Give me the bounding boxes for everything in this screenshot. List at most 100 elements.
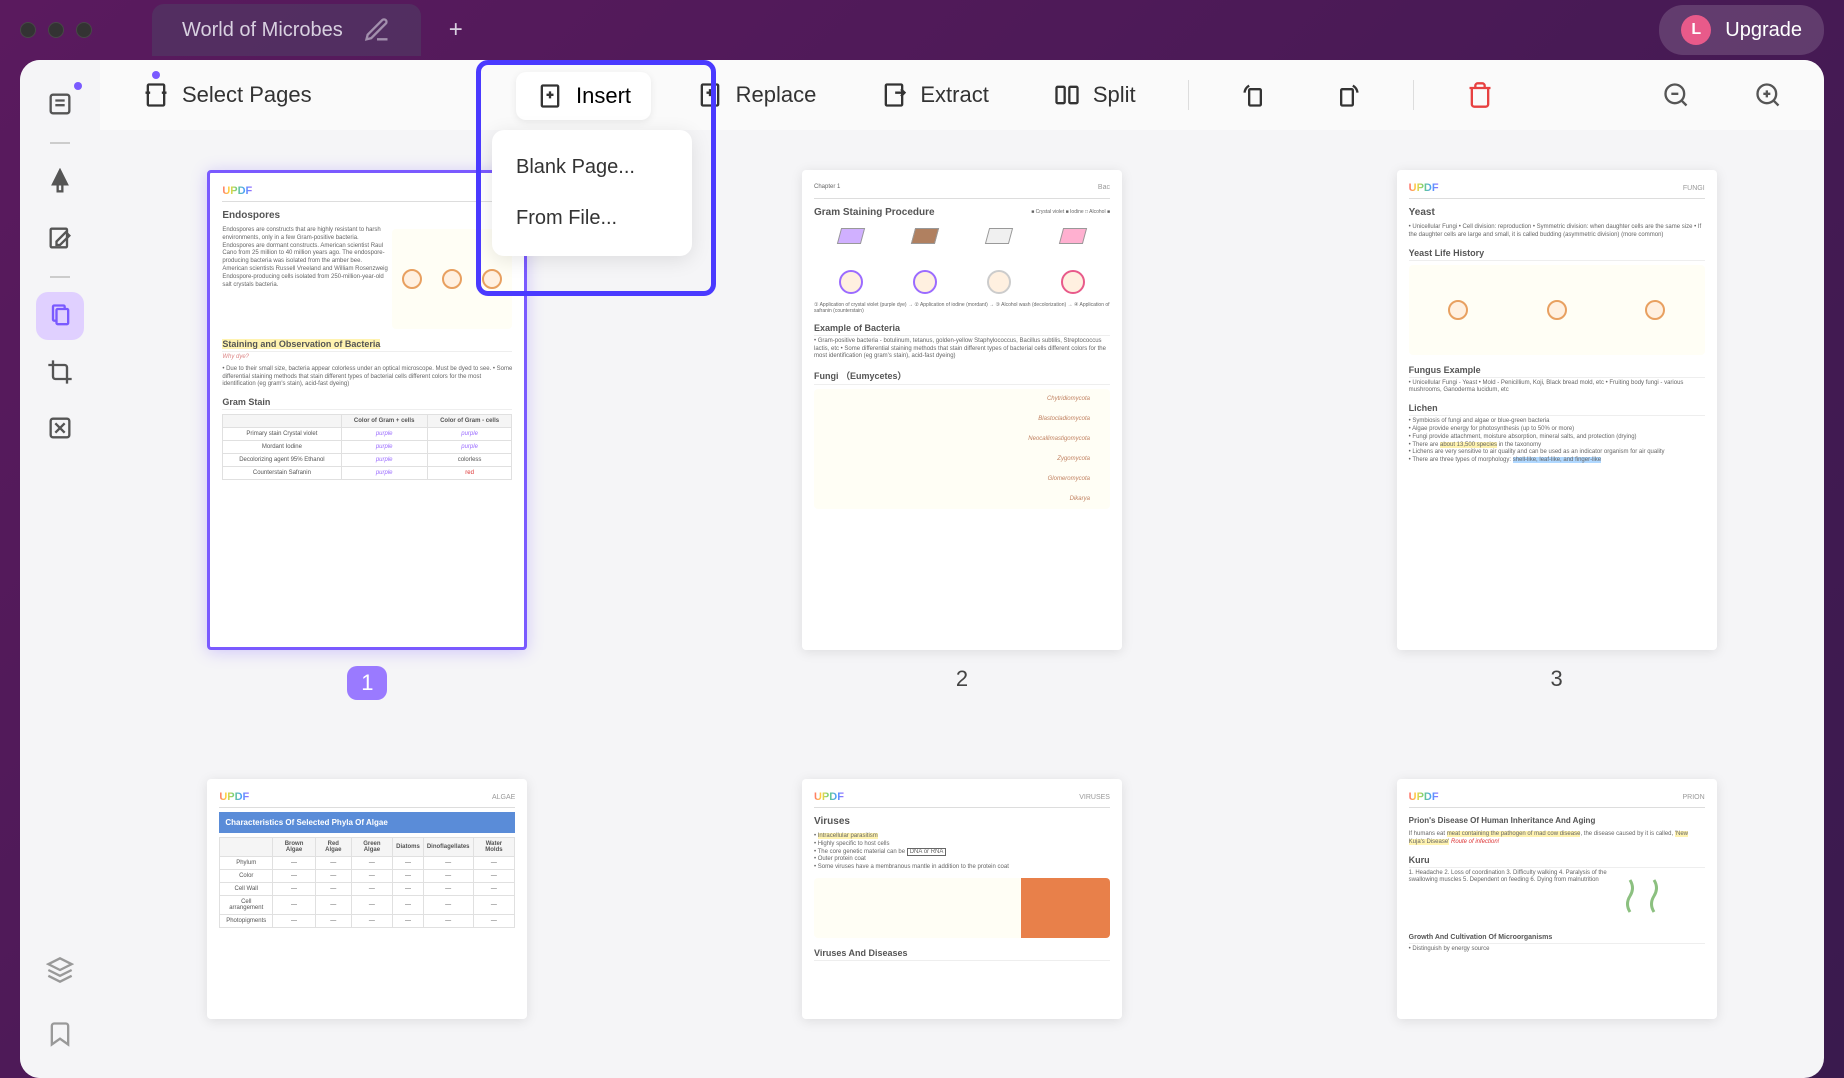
page-number: 2 <box>956 666 968 692</box>
edit-tab-icon[interactable] <box>363 16 391 44</box>
page-thumbnail: UPDF BACT Endospores Endospores are cons… <box>207 170 527 650</box>
split-button[interactable]: Split <box>1041 73 1148 117</box>
page-item-3[interactable]: UPDF FUNGI Yeast • Unicellular Fungi • C… <box>1349 170 1764 719</box>
thumb-section: Kuru <box>1409 855 1705 868</box>
thumb-body: Endospores are constructs that are highl… <box>222 227 388 331</box>
thumb-section: Example of Bacteria <box>814 323 1110 336</box>
thumb-chapter: Chapter 1 <box>814 184 840 192</box>
thumb-title: Endospores <box>222 210 512 221</box>
close-window-button[interactable] <box>20 22 36 38</box>
thumb-bullets3: • Symbiosis of fungi and algae or blue-g… <box>1409 418 1705 465</box>
reader-mode-icon[interactable] <box>36 80 84 128</box>
thumb-bullets: • Gram-positive bacteria - botulinum, te… <box>814 338 1110 361</box>
replace-button[interactable]: Replace <box>684 73 829 117</box>
thumb-logo: UPDF <box>219 791 249 803</box>
algae-table: Brown AlgaeRed AlgaeGreen AlgaeDiatomsDi… <box>219 837 515 928</box>
bookmark-icon[interactable] <box>36 1010 84 1058</box>
thumb-steps: ① Application of crystal violet (purple … <box>814 302 1110 315</box>
title-bar: World of Microbes + L Upgrade <box>0 0 1844 60</box>
thumb-category: Bac <box>1098 184 1110 191</box>
select-pages-label: Select Pages <box>182 82 312 108</box>
blank-page-item[interactable]: Blank Page... <box>504 142 680 193</box>
from-file-item[interactable]: From File... <box>504 193 680 244</box>
annotate-mode-icon[interactable] <box>36 158 84 206</box>
page-number: 3 <box>1551 666 1563 692</box>
thumb-bullets: 1. Headache 2. Loss of coordination 3. D… <box>1409 870 1619 926</box>
page-item-6[interactable]: UPDF PRION Prion's Disease Of Human Inhe… <box>1349 779 1764 1038</box>
replace-label: Replace <box>736 82 817 108</box>
thumb-title: Prion's Disease Of Human Inheritance And… <box>1409 816 1705 825</box>
toolbar: Select Pages Replace Extract Split <box>100 60 1824 130</box>
select-pages-button[interactable]: Select Pages <box>130 73 324 117</box>
thumb-bullets: • Intracellular parasitism• Highly speci… <box>814 833 1110 872</box>
page-item-2[interactable]: Chapter 1 Bac Gram Staining Procedure ■ … <box>755 170 1170 719</box>
thumb-logo: UPDF <box>1409 791 1439 803</box>
page-thumbnail: UPDF FUNGI Yeast • Unicellular Fungi • C… <box>1397 170 1717 650</box>
thumb-bullets2: • Unicellular Fungi - Yeast • Mold - Pen… <box>1409 380 1705 396</box>
zoom-in-button[interactable] <box>1742 73 1794 117</box>
main-window: Select Pages Replace Extract Split <box>20 60 1824 1078</box>
page-thumbnail: Chapter 1 Bac Gram Staining Procedure ■ … <box>802 170 1122 650</box>
page-thumbnail: UPDF PRION Prion's Disease Of Human Inhe… <box>1397 779 1717 1019</box>
insert-label: Insert <box>576 83 631 109</box>
user-avatar: L <box>1681 15 1711 45</box>
thumb-section: Viruses And Diseases <box>814 948 1110 961</box>
thumb-logo: UPDF <box>814 791 844 803</box>
thumb-section: Staining and Observation of Bacteria <box>222 339 380 349</box>
page-number: 1 <box>347 666 387 700</box>
thumb-title: Characteristics Of Selected Phyla Of Alg… <box>219 812 515 833</box>
extract-label: Extract <box>920 82 988 108</box>
maximize-window-button[interactable] <box>76 22 92 38</box>
upgrade-button[interactable]: L Upgrade <box>1659 5 1824 55</box>
thumb-title: Viruses <box>814 816 1110 827</box>
insert-icon <box>536 82 564 110</box>
zoom-out-button[interactable] <box>1650 73 1702 117</box>
rotate-right-button[interactable] <box>1321 73 1373 117</box>
new-tab-button[interactable]: + <box>441 8 471 52</box>
insert-dropdown-menu: Blank Page... From File... <box>492 130 692 256</box>
thumb-section2: Fungus Example <box>1409 365 1705 378</box>
sidebar <box>20 60 100 1078</box>
document-tab[interactable]: World of Microbes <box>152 4 421 56</box>
thumb-bullet-last: • Distinguish by energy source <box>1409 946 1705 954</box>
split-label: Split <box>1093 82 1136 108</box>
page-thumbnail-grid: UPDF BACT Endospores Endospores are cons… <box>100 130 1824 1078</box>
page-item-4[interactable]: UPDF ALGAE Characteristics Of Selected P… <box>160 779 575 1038</box>
extract-button[interactable]: Extract <box>868 73 1000 117</box>
page-item-5[interactable]: UPDF VIRUSES Viruses • Intracellular par… <box>755 779 1170 1038</box>
organize-pages-icon[interactable] <box>36 292 84 340</box>
thumb-bullets: • Unicellular Fungi • Cell division: rep… <box>1409 224 1705 240</box>
thumb-category: ALGAE <box>492 794 515 801</box>
layers-icon[interactable] <box>36 946 84 994</box>
thumb-logo: UPDF <box>1409 182 1439 194</box>
thumb-section: Yeast Life History <box>1409 248 1705 261</box>
minimize-window-button[interactable] <box>48 22 64 38</box>
gram-stain-table: Color of Gram + cellsColor of Gram - cel… <box>222 414 512 480</box>
insert-button[interactable]: Insert <box>516 72 651 120</box>
thumb-category: FUNGI <box>1683 185 1705 192</box>
crop-mode-icon[interactable] <box>36 348 84 396</box>
thumb-body: If humans eat meat containing the pathog… <box>1409 831 1705 847</box>
traffic-lights <box>20 22 92 38</box>
thumb-category: PRION <box>1682 794 1704 801</box>
thumb-section3: Lichen <box>1409 403 1705 416</box>
thumb-bullets: • Due to their small size, bacteria appe… <box>222 366 512 389</box>
page-thumbnail: UPDF VIRUSES Viruses • Intracellular par… <box>802 779 1122 1019</box>
thumb-category: VIRUSES <box>1079 794 1110 801</box>
thumb-legend: ■ Crystal violet ■ Iodine □ Alcohol ■ <box>1031 209 1110 216</box>
page-thumbnail: UPDF ALGAE Characteristics Of Selected P… <box>207 779 527 1019</box>
thumb-section2: Growth And Cultivation Of Microorganisms <box>1409 934 1705 944</box>
thumb-why: Why dye? <box>222 354 512 362</box>
thumb-section2: Gram Stain <box>222 397 512 410</box>
delete-button[interactable] <box>1454 73 1506 117</box>
tab-title: World of Microbes <box>182 19 343 42</box>
thumb-title: Gram Staining Procedure <box>814 207 935 218</box>
thumb-section2: Fungi （Eumycetes） <box>814 369 1110 385</box>
edit-mode-icon[interactable] <box>36 214 84 262</box>
thumb-logo: UPDF <box>222 185 252 197</box>
upgrade-label: Upgrade <box>1725 19 1802 42</box>
redact-mode-icon[interactable] <box>36 404 84 452</box>
rotate-left-button[interactable] <box>1229 73 1281 117</box>
thumb-title: Yeast <box>1409 207 1705 218</box>
content-area: Select Pages Replace Extract Split <box>100 60 1824 1078</box>
